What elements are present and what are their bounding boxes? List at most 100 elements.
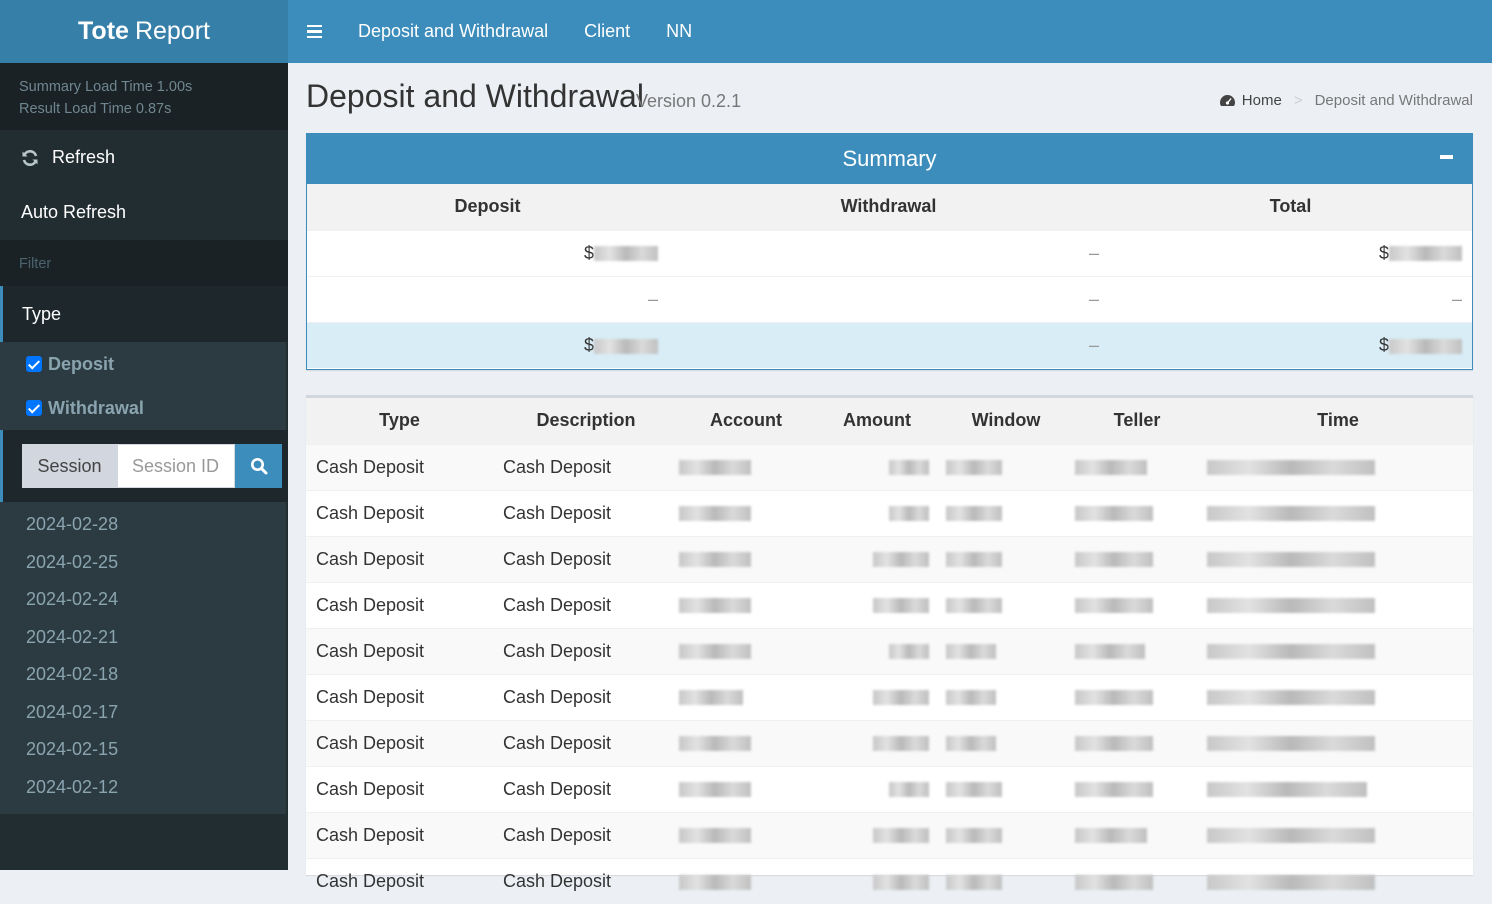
table-row[interactable]: Cash Deposit Cash Deposit: [306, 581, 1473, 628]
session-date-item[interactable]: 2024-02-15: [0, 731, 286, 769]
cell-amount: [813, 443, 941, 490]
table-row[interactable]: Cash Deposit Cash Deposit: [306, 719, 1473, 766]
summary-col-deposit: Deposit: [307, 184, 668, 230]
summary-table: Deposit Withdrawal Total $ – $ – – – $ –…: [307, 184, 1472, 368]
cell-type: Cash Deposit: [306, 489, 493, 536]
cell-type: Cash Deposit: [306, 857, 493, 904]
cell-type: Cash Deposit: [306, 811, 493, 858]
dashboard-icon: [1219, 95, 1235, 106]
cell-type: Cash Deposit: [306, 443, 493, 490]
table-row[interactable]: Cash Deposit Cash Deposit: [306, 673, 1473, 720]
hamburger-icon[interactable]: [288, 0, 340, 63]
cell-type: Cash Deposit: [306, 581, 493, 628]
cell-window: [941, 581, 1071, 628]
minus-icon[interactable]: [1440, 155, 1453, 159]
cell-account: [679, 765, 813, 812]
cell-amount: [813, 535, 941, 582]
table-row[interactable]: Cash Deposit Cash Deposit: [306, 443, 1473, 490]
cell-teller: [1071, 443, 1203, 490]
session-date-list: 2024-02-28 2024-02-25 2024-02-24 2024-02…: [0, 502, 286, 814]
cell-description: Cash Deposit: [493, 811, 679, 858]
session-id-input[interactable]: Session ID: [117, 444, 235, 488]
session-label: Session: [22, 444, 117, 488]
session-date-item[interactable]: 2024-02-21: [0, 619, 286, 657]
cell-time: [1203, 489, 1473, 536]
cell-type: Cash Deposit: [306, 673, 493, 720]
summary-cell: –: [668, 229, 1109, 276]
session-date-item[interactable]: 2024-02-24: [0, 581, 286, 619]
auto-refresh-button[interactable]: Auto Refresh: [0, 185, 288, 240]
cell-description: Cash Deposit: [493, 765, 679, 812]
table-row[interactable]: Cash Deposit Cash Deposit: [306, 765, 1473, 812]
sidebar: Summary Load Time 1.00s Result Load Time…: [0, 63, 288, 870]
search-icon: [250, 458, 267, 475]
col-amount[interactable]: Amount: [813, 398, 941, 444]
session-date-item[interactable]: 2024-02-25: [0, 544, 286, 582]
nav-client[interactable]: Client: [566, 0, 648, 63]
col-account[interactable]: Account: [679, 398, 813, 444]
table-row[interactable]: Cash Deposit Cash Deposit: [306, 489, 1473, 536]
cell-account: [679, 489, 813, 536]
breadcrumb: Home > Deposit and Withdrawal: [1219, 92, 1473, 109]
logo-light: Report: [134, 17, 210, 45]
deposit-checkbox[interactable]: Deposit: [0, 342, 286, 386]
cell-account: [679, 443, 813, 490]
cell-teller: [1071, 857, 1203, 904]
cell-amount: [813, 719, 941, 766]
table-row[interactable]: Cash Deposit Cash Deposit: [306, 535, 1473, 582]
cell-teller: [1071, 535, 1203, 582]
summary-load-time: Summary Load Time 1.00s: [19, 79, 193, 95]
cell-window: [941, 627, 1071, 674]
cell-window: [941, 535, 1071, 582]
type-filter-toggle[interactable]: Type: [0, 286, 288, 342]
cell-type: Cash Deposit: [306, 719, 493, 766]
session-search-button[interactable]: [235, 444, 282, 488]
breadcrumb-current: Deposit and Withdrawal: [1314, 92, 1473, 109]
refresh-label: Refresh: [52, 147, 116, 167]
session-date-item[interactable]: 2024-02-17: [0, 694, 286, 732]
cell-time: [1203, 719, 1473, 766]
cell-window: [941, 765, 1071, 812]
refresh-button[interactable]: Refresh: [0, 130, 288, 185]
table-row[interactable]: Cash Deposit Cash Deposit: [306, 811, 1473, 858]
cell-window: [941, 857, 1071, 904]
cell-teller: [1071, 627, 1203, 674]
session-date-item[interactable]: 2024-02-12: [0, 769, 286, 807]
withdrawal-checkbox-label: Withdrawal: [48, 397, 144, 418]
type-label: Type: [22, 303, 62, 324]
cell-teller: [1071, 581, 1203, 628]
cell-amount: [813, 765, 941, 812]
breadcrumb-home[interactable]: Home: [1242, 92, 1282, 109]
cell-type: Cash Deposit: [306, 535, 493, 582]
col-time[interactable]: Time: [1203, 398, 1473, 444]
col-description[interactable]: Description: [493, 398, 679, 444]
checkbox-checked-icon[interactable]: [26, 356, 42, 372]
summary-title: Summary: [842, 145, 937, 171]
col-window[interactable]: Window: [941, 398, 1071, 444]
withdrawal-checkbox[interactable]: Withdrawal: [0, 386, 286, 430]
nav-deposit-withdrawal[interactable]: Deposit and Withdrawal: [340, 0, 566, 63]
cell-amount: [813, 627, 941, 674]
cell-time: [1203, 581, 1473, 628]
col-teller[interactable]: Teller: [1071, 398, 1203, 444]
col-type[interactable]: Type: [306, 398, 493, 444]
results-table: Type Description Account Amount Window T…: [306, 398, 1473, 904]
cell-teller: [1071, 765, 1203, 812]
cell-window: [941, 443, 1071, 490]
app-logo[interactable]: Tote Report: [0, 0, 288, 63]
checkbox-checked-icon[interactable]: [26, 400, 42, 416]
table-row[interactable]: Cash Deposit Cash Deposit: [306, 627, 1473, 674]
cell-account: [679, 811, 813, 858]
cell-type: Cash Deposit: [306, 765, 493, 812]
nav-nn[interactable]: NN: [648, 0, 710, 63]
cell-teller: [1071, 673, 1203, 720]
summary-cell: –: [668, 275, 1109, 322]
summary-cell: $: [1109, 321, 1472, 368]
table-row[interactable]: Cash Deposit Cash Deposit: [306, 857, 1473, 904]
summary-row: $ – $: [307, 229, 1472, 276]
page-title: Deposit and Withdrawal: [306, 78, 644, 114]
session-date-item[interactable]: 2024-02-18: [0, 656, 286, 694]
session-date-item[interactable]: 2024-02-28: [0, 506, 286, 544]
summary-cell: $: [1109, 229, 1472, 276]
cell-amount: [813, 673, 941, 720]
